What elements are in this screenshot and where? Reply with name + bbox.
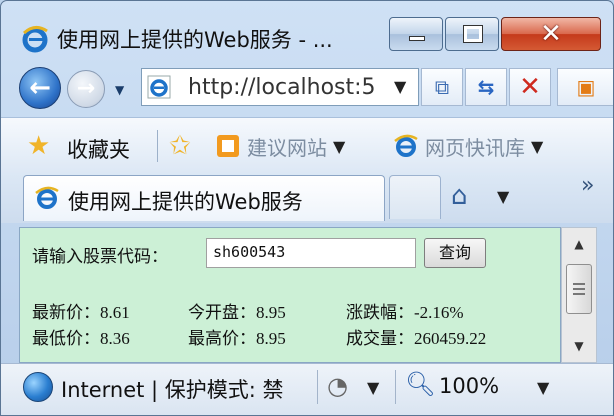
url-text[interactable]: http://localhost:5	[188, 75, 388, 100]
stock-code-input[interactable]: sh600543	[206, 238, 416, 268]
tab-label: 使用网上提供的Web服务	[68, 190, 303, 214]
address-bar[interactable]: http://localhost:5 ▼	[141, 68, 419, 106]
home-icon[interactable]: ⌂	[451, 181, 468, 211]
tab-row: 使用网上提供的Web服务 ⌂ ▼ »	[1, 173, 613, 223]
ie-icon	[394, 134, 418, 157]
chevron-down-icon[interactable]: ▼	[367, 378, 379, 397]
ie-icon	[22, 26, 48, 53]
trade-volume: 成交量：260459.22	[346, 329, 487, 348]
favorites-item-suggested-sites[interactable]: 建议网站 ▼	[215, 131, 345, 161]
new-tab-button[interactable]	[389, 175, 441, 219]
ie-icon	[35, 186, 59, 209]
add-to-favorites-icon[interactable]: ✩	[169, 131, 191, 161]
stock-code-label: 请输入股票代码：	[32, 247, 168, 267]
price-change: 涨跌幅：-2.16%	[346, 303, 464, 322]
forward-button[interactable]: →	[67, 70, 105, 108]
search-provider-button[interactable]: ▣	[557, 68, 613, 106]
vertical-scrollbar[interactable]: ▲ ▼	[561, 227, 597, 363]
close-icon: ✕	[540, 19, 562, 49]
zoom-level[interactable]: 100%	[439, 374, 499, 398]
refresh-button[interactable]: ⇆	[465, 68, 507, 106]
favorites-item-label: 网页快讯库	[425, 135, 525, 160]
minimize-button[interactable]	[389, 17, 443, 51]
forward-arrow-icon: →	[76, 76, 96, 101]
zoom-icon[interactable]: 🔍︎	[405, 370, 435, 398]
back-button[interactable]: ←	[19, 67, 61, 109]
minimize-icon	[409, 36, 425, 41]
stop-icon: ✕	[519, 72, 541, 102]
status-separator	[317, 370, 318, 404]
page-content: 请输入股票代码： sh600543 查询 最新价：8.61 今开盘：8.95 涨…	[19, 227, 561, 363]
low-price: 最低价：8.36	[32, 329, 130, 348]
address-dropdown-icon[interactable]: ▼	[394, 77, 406, 96]
favorites-item-label: 建议网站	[247, 135, 327, 160]
browser-window: 使用网上提供的Web服务 - ... ✕ ← → ▼ http://localh…	[0, 0, 614, 416]
navigation-bar: ← → ▼ http://localhost:5 ▼ ⧉ ⇆ ✕ ▣	[1, 59, 613, 117]
privacy-icon[interactable]: ◔	[327, 372, 348, 400]
maximize-icon	[463, 25, 483, 43]
favorites-separator	[157, 130, 158, 162]
ie-page-icon	[147, 75, 171, 99]
recent-pages-dropdown[interactable]: ▼	[115, 83, 124, 97]
chevron-down-icon[interactable]: ▼	[531, 137, 543, 156]
high-price: 最高价：8.95	[188, 329, 286, 348]
refresh-icon: ⇆	[477, 75, 495, 99]
maximize-button[interactable]	[445, 17, 499, 51]
back-arrow-icon: ←	[29, 73, 51, 103]
status-bar: Internet | 保护模式: 禁 ◔ ▼ 🔍︎ 100% ▼	[1, 363, 613, 415]
grip-line	[573, 293, 585, 295]
status-separator	[395, 370, 396, 404]
latest-price: 最新价：8.61	[32, 303, 130, 322]
home-dropdown-icon[interactable]: ▼	[497, 187, 509, 206]
chevron-down-icon[interactable]: ▼	[333, 137, 345, 156]
title-bar: 使用网上提供的Web服务 - ... ✕	[1, 1, 613, 59]
favorites-bar: ★ 收藏夹 ✩ 建议网站 ▼ 网页快讯库 ▼	[1, 117, 613, 173]
more-commands-icon[interactable]: »	[581, 173, 594, 198]
compatibility-icon: ⧉	[434, 75, 450, 99]
window-title: 使用网上提供的Web服务 - ...	[57, 28, 333, 52]
search-provider-icon: ▣	[576, 75, 596, 99]
scroll-down-icon[interactable]: ▼	[562, 334, 596, 358]
scroll-thumb[interactable]	[566, 264, 592, 314]
grip-line	[573, 283, 585, 285]
favorites-item-web-slice-gallery[interactable]: 网页快讯库 ▼	[393, 131, 543, 161]
open-price: 今开盘：8.95	[188, 303, 286, 322]
favorites-button[interactable]: 收藏夹	[67, 134, 130, 164]
internet-globe-icon	[23, 372, 53, 402]
scroll-up-icon[interactable]: ▲	[562, 232, 596, 256]
web-slice-icon	[217, 135, 239, 157]
grip-line	[573, 288, 585, 290]
query-button[interactable]: 查询	[424, 238, 486, 268]
stop-button[interactable]: ✕	[509, 68, 551, 106]
close-button[interactable]: ✕	[501, 17, 601, 51]
compatibility-view-button[interactable]: ⧉	[421, 68, 463, 106]
favorites-star-icon[interactable]: ★	[27, 131, 50, 161]
security-zone-text[interactable]: Internet | 保护模式: 禁	[61, 374, 309, 404]
zoom-dropdown-icon[interactable]: ▼	[537, 378, 549, 397]
tab-active[interactable]: 使用网上提供的Web服务	[23, 175, 385, 221]
